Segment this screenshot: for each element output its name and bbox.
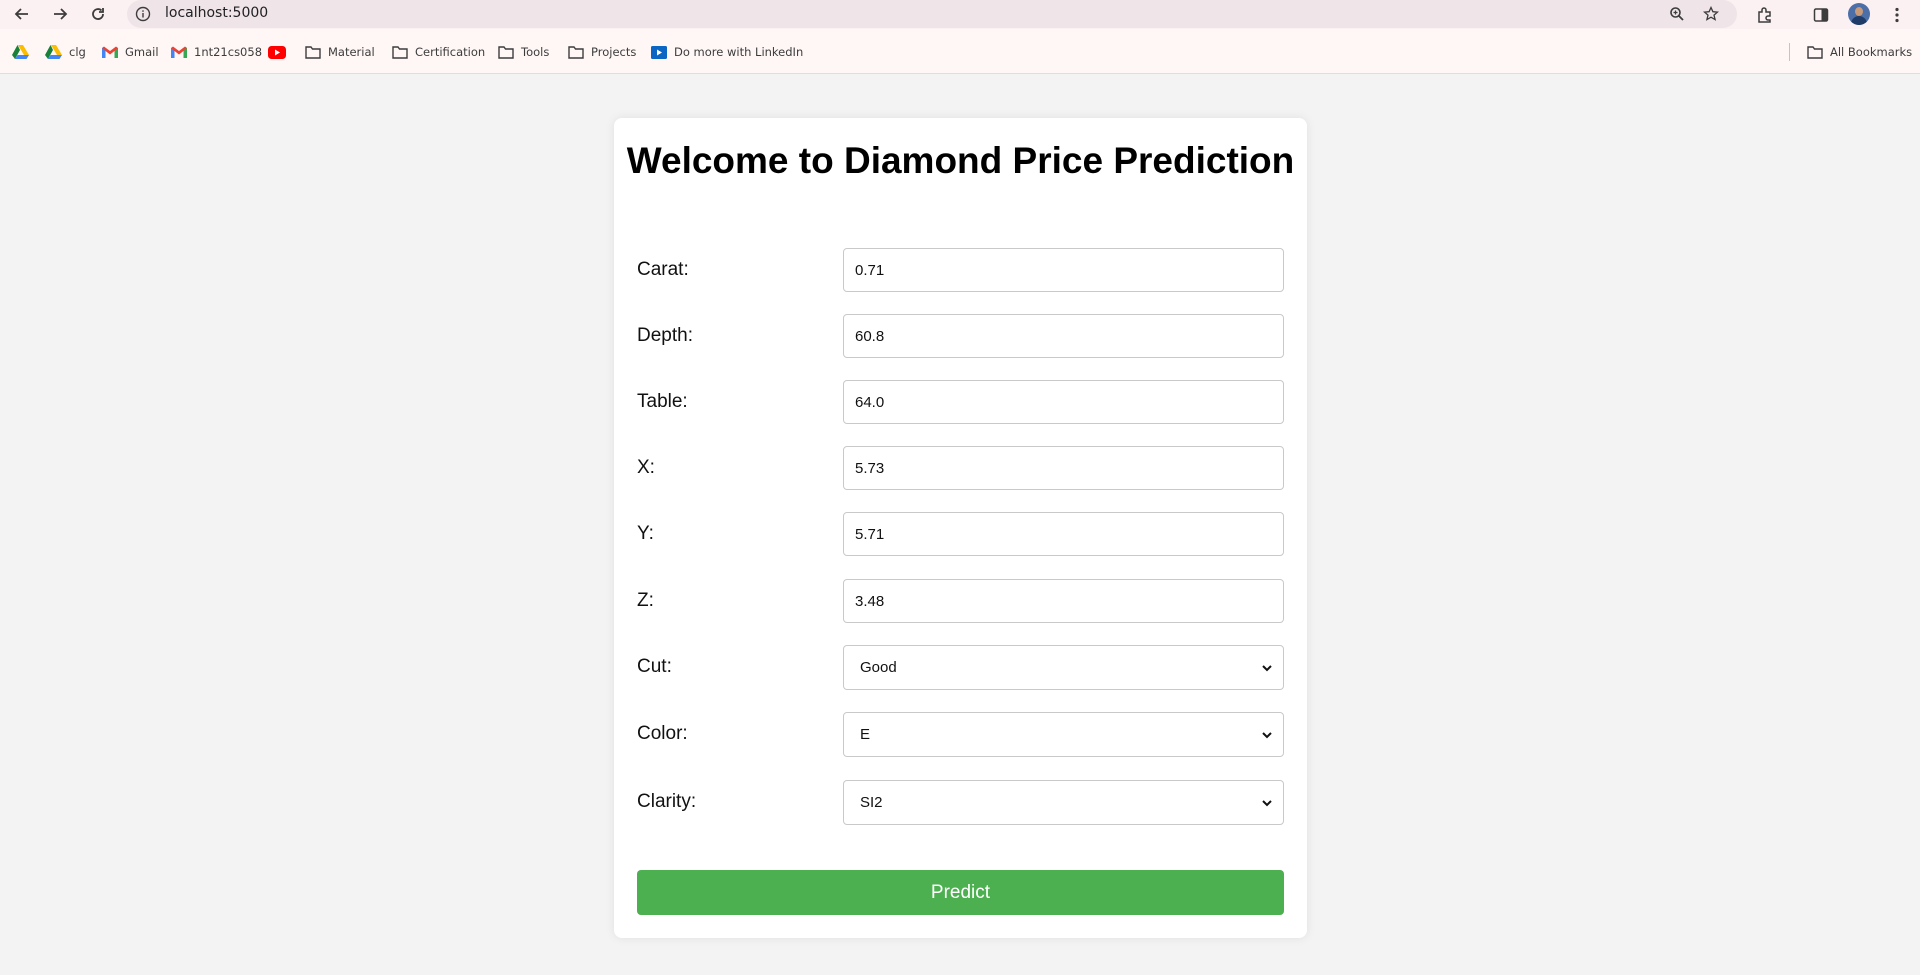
reload-icon[interactable] <box>87 3 109 25</box>
table-input[interactable]: 64.0 <box>843 380 1284 424</box>
color-select[interactable]: E <box>843 712 1284 757</box>
bookmark-folder-certification[interactable]: Certification <box>392 44 485 60</box>
bookmark-youtube[interactable] <box>268 44 293 60</box>
x-label: X: <box>637 457 655 478</box>
folder-icon <box>1807 45 1823 59</box>
bookmark-label: Projects <box>591 45 637 59</box>
menu-dots-icon[interactable] <box>1886 4 1908 26</box>
depth-label: Depth: <box>637 325 693 346</box>
folder-icon <box>392 45 408 59</box>
chevron-down-icon <box>1262 732 1272 739</box>
forward-arrow-icon[interactable] <box>49 3 71 25</box>
bookmark-drive[interactable] <box>12 44 36 60</box>
bookmark-star-icon[interactable] <box>1701 4 1721 24</box>
color-selected-value: E <box>860 726 871 743</box>
folder-icon <box>568 45 584 59</box>
chevron-down-icon <box>1262 665 1272 672</box>
table-label: Table: <box>637 391 688 412</box>
site-info-icon[interactable] <box>135 6 151 22</box>
side-panel-icon[interactable] <box>1810 4 1832 26</box>
profile-avatar[interactable] <box>1848 3 1870 25</box>
address-url: localhost:5000 <box>165 5 269 21</box>
y-input[interactable]: 5.71 <box>843 512 1284 556</box>
youtube-icon <box>268 45 286 59</box>
bookmark-label: Tools <box>521 45 550 59</box>
bookmark-folder-projects[interactable]: Projects <box>568 44 636 60</box>
zoom-icon[interactable] <box>1667 4 1687 24</box>
bookmark-linkedin-learning[interactable]: Do more with LinkedIn <box>651 44 803 60</box>
bookmark-label: Gmail <box>125 45 159 59</box>
folder-icon <box>305 45 321 59</box>
bookmark-label: clg <box>69 45 86 59</box>
all-bookmarks[interactable]: All Bookmarks <box>1807 44 1912 60</box>
page-title: Welcome to Diamond Price Prediction <box>626 140 1295 181</box>
carat-label: Carat: <box>637 259 689 280</box>
linkedin-learning-icon <box>651 45 667 59</box>
bookmark-label: Material <box>328 45 375 59</box>
z-label: Z: <box>637 590 654 611</box>
all-bookmarks-label: All Bookmarks <box>1830 45 1913 59</box>
color-label: Color: <box>637 723 688 744</box>
predict-button[interactable]: Predict <box>637 870 1284 915</box>
bookmark-label: Certification <box>415 45 486 59</box>
clarity-select[interactable]: SI2 <box>843 780 1284 825</box>
gmail-icon <box>171 46 187 58</box>
bookmarks-bar: clg Gmail 1nt21cs058 Material Certificat… <box>0 29 1920 74</box>
browser-toolbar: localhost:5000 <box>0 0 1920 29</box>
clarity-label: Clarity: <box>637 791 697 812</box>
bookmark-label: 1nt21cs058 <box>194 45 263 59</box>
bookmark-1nt21cs058[interactable]: 1nt21cs058 <box>171 44 262 60</box>
extensions-icon[interactable] <box>1754 4 1776 26</box>
bookmark-clg[interactable]: clg <box>45 44 86 60</box>
bookmark-label: Do more with LinkedIn <box>674 45 804 59</box>
cut-select[interactable]: Good <box>843 645 1284 690</box>
prediction-form-card: Welcome to Diamond Price Prediction Cara… <box>614 118 1307 938</box>
cut-selected-value: Good <box>860 659 897 676</box>
bookmark-folder-tools[interactable]: Tools <box>498 44 549 60</box>
carat-input[interactable]: 0.71 <box>843 248 1284 292</box>
gmail-icon <box>102 46 118 58</box>
y-label: Y: <box>637 523 654 544</box>
depth-input[interactable]: 60.8 <box>843 314 1284 358</box>
google-drive-icon <box>12 44 29 59</box>
cut-label: Cut: <box>637 656 672 677</box>
bookmarks-separator <box>1789 43 1790 61</box>
google-drive-icon <box>45 44 62 59</box>
clarity-selected-value: SI2 <box>860 794 883 811</box>
x-input[interactable]: 5.73 <box>843 446 1284 490</box>
bookmark-gmail[interactable]: Gmail <box>102 44 159 60</box>
back-arrow-icon[interactable] <box>11 3 33 25</box>
address-bar[interactable]: localhost:5000 <box>127 0 1737 28</box>
chevron-down-icon <box>1262 800 1272 807</box>
z-input[interactable]: 3.48 <box>843 579 1284 623</box>
folder-icon <box>498 45 514 59</box>
bookmark-folder-material[interactable]: Material <box>305 44 375 60</box>
